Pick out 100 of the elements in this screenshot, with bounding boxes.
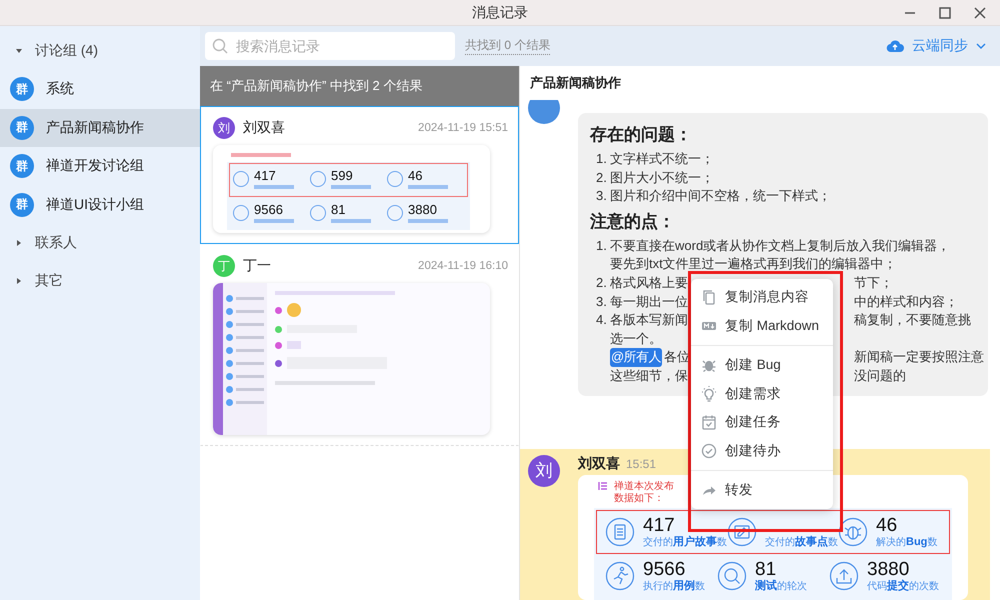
menu-item[interactable]: 创建待办 (691, 436, 833, 465)
list-text: 文字样式不统一； (610, 150, 714, 168)
window-title: 消息记录 (472, 4, 528, 22)
group-label: 讨论组 (4) (35, 42, 98, 60)
group-avatar: 群 (10, 154, 34, 178)
upload-stat-icon (829, 560, 859, 591)
list-number: 3. (595, 292, 608, 311)
list-text: 各版本写新闻 (610, 311, 688, 330)
group-avatar: 群 (10, 77, 34, 102)
mention-tag[interactable]: @所有人 (610, 348, 662, 367)
search-stat-icon (717, 560, 747, 591)
menu-item[interactable]: 转发 (691, 476, 833, 504)
menu-item[interactable]: 创建需求 (691, 380, 833, 408)
message-time: 2024-11-19 16:10 (418, 260, 508, 272)
result-count: 共找到 0 个结果 (465, 37, 550, 55)
group-avatar: 群 (10, 116, 34, 140)
section-heading: 注意的点： (590, 210, 676, 233)
group-name: 系统 (46, 80, 74, 98)
list-text: 新闻稿一定要按照注意 (854, 348, 984, 366)
caption-bar (231, 153, 291, 157)
list-icon (598, 480, 608, 491)
group-header[interactable]: 其它 (0, 262, 200, 300)
stat-number: 417 (254, 169, 277, 183)
list-text: 图片和介绍中间不空格，统一下样式； (610, 187, 831, 206)
list-number: 3. (595, 187, 608, 206)
stat-number: 81 (331, 203, 346, 217)
stat-label: 执行的用例数 (643, 580, 705, 593)
group-label: 其它 (35, 272, 63, 290)
section-heading: 存在的问题： (590, 124, 693, 146)
sender-name: 刘双喜 (243, 119, 286, 137)
stat-label: 代码提交的次数 (867, 580, 939, 593)
stat-label: 解决的Bug数 (876, 536, 938, 549)
group-header[interactable]: 讨论组 (4) (0, 32, 200, 70)
stat-icon (310, 171, 326, 187)
message-time: 15:51 (626, 456, 656, 471)
list-number: 1. (595, 150, 608, 168)
list-number: 1. (595, 236, 608, 255)
label-bar (408, 185, 448, 189)
close-icon[interactable] (974, 7, 986, 19)
stat-icon (387, 171, 403, 187)
sidebar-item[interactable]: 群 禅道UI设计小组 (0, 186, 200, 224)
list-text: 稿复制，不要随意挑 (854, 311, 971, 330)
sidebar-item[interactable]: 群 系统 (0, 70, 200, 108)
maximize-icon[interactable] (939, 7, 951, 19)
user-avatar: 刘 (213, 117, 235, 139)
user-avatar: 丁 (213, 255, 235, 277)
group-avatar: 群 (10, 192, 34, 217)
sender-name: 刘双喜 (578, 454, 620, 473)
list-text: 这些细节，保 (610, 366, 688, 385)
image-caption: 禅道本次发布数据如下： (614, 480, 675, 505)
bug-stat-icon (838, 516, 868, 547)
sidebar-item[interactable]: 群 禅道开发讨论组 (0, 147, 200, 186)
edit-stat-icon (727, 516, 757, 547)
menu-item[interactable]: 复制消息内容 (691, 283, 833, 312)
label-bar (331, 219, 371, 223)
sidebar-item[interactable]: 群 产品新闻稿协作 (0, 108, 200, 147)
menu-item[interactable]: 创建任务 (691, 408, 833, 436)
message-time: 2024-11-19 15:51 (418, 122, 508, 134)
stat-label: 交付的用户故事数 (643, 536, 727, 549)
stat-value: 46 (876, 514, 898, 536)
list-text: 选一个。 (610, 330, 662, 348)
check-circle-icon (701, 442, 717, 459)
label-bar (408, 219, 448, 223)
list-text: 节下； (854, 274, 893, 292)
label-bar (254, 219, 294, 223)
stat-value: 9566 (643, 558, 686, 580)
search-result[interactable]: 刘 刘双喜 2024-11-19 15:51 417 599 46 9566 81 3880 (200, 106, 519, 244)
stat-icon (233, 171, 249, 187)
chevron-down-icon (976, 41, 986, 51)
stat-number: 9566 (254, 203, 284, 217)
group-header[interactable]: 联系人 (0, 224, 200, 262)
user-avatar: 刘 (528, 454, 560, 487)
label-bar (331, 185, 371, 189)
search-icon (212, 38, 228, 54)
search-result[interactable]: 丁 丁一 2024-11-19 16:10 (200, 244, 519, 446)
stat-label: 交付的故事点数 (765, 536, 838, 549)
list-text: 不要直接在word或者从协作文档上复制后放入我们编辑器， (610, 236, 950, 255)
stat-icon (387, 205, 403, 221)
screenshot-thumbnail-drawing[interactable] (213, 283, 490, 435)
list-text: 格式风格上要 (610, 274, 688, 292)
list-text: 中的样式和内容； (854, 292, 958, 311)
label-bar (254, 185, 294, 189)
search-field[interactable]: 搜索消息记录 (205, 32, 455, 60)
stat-label: 测试的轮次 (755, 580, 807, 593)
stat-number: 3880 (408, 203, 438, 217)
menu-item[interactable]: 复制 Markdown (691, 312, 833, 340)
stat-number: 599 (331, 169, 354, 183)
stat-value: 417 (643, 514, 676, 536)
sender-name: 丁一 (243, 257, 272, 275)
group-name: 禅道UI设计小组 (46, 196, 144, 214)
lightbulb-icon (701, 386, 717, 402)
stat-number: 46 (408, 169, 424, 183)
stat-icon (233, 205, 249, 221)
calendar-icon (701, 414, 717, 430)
stat-value: 3880 (867, 558, 910, 580)
run-stat-icon (605, 560, 635, 591)
group-label: 联系人 (35, 234, 77, 252)
list-text: 图片大小不统一； (610, 168, 714, 187)
image-thumbnail[interactable]: 417 599 46 9566 81 3880 (213, 145, 490, 233)
menu-item[interactable]: 创建 Bug (691, 351, 833, 380)
